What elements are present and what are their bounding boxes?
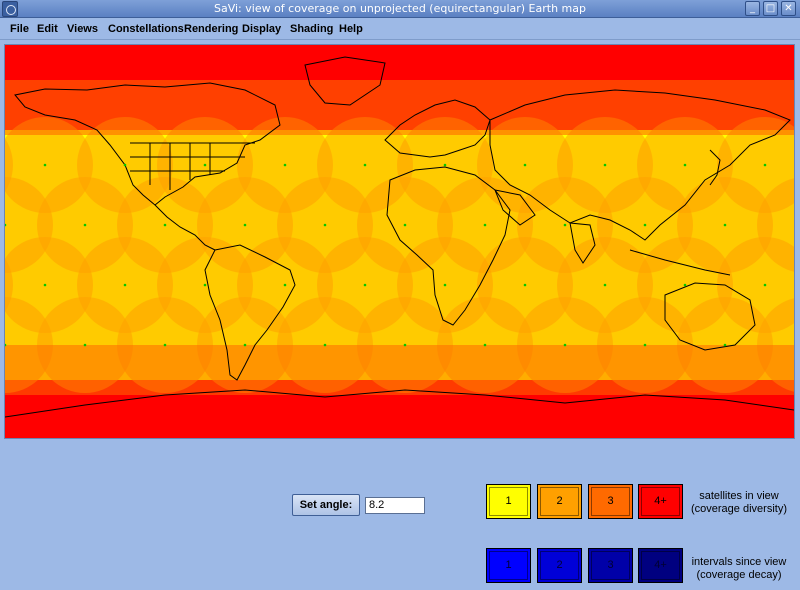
satellite-dot: [203, 163, 207, 167]
satellite-dot: [163, 343, 167, 347]
satellite-dot: [683, 163, 687, 167]
satellite-dot: [763, 163, 767, 167]
satellite-dot: [123, 283, 127, 287]
satellite-dot: [283, 163, 287, 167]
satellite-dot: [283, 283, 287, 287]
north-overlap-band: [5, 80, 794, 135]
diversity-caption-line2: (coverage diversity): [691, 503, 787, 515]
satellite-dot: [763, 283, 767, 287]
satellite-dot: [123, 163, 127, 167]
satellite-dot: [443, 163, 447, 167]
satellite-dot: [323, 343, 327, 347]
coverage-map[interactable]: [4, 44, 795, 439]
close-button[interactable]: ✕: [781, 1, 796, 16]
diversity-swatch-2[interactable]: 2: [537, 484, 582, 519]
satellite-dot: [603, 283, 607, 287]
decay-caption-line2: (coverage decay): [696, 569, 782, 581]
minimize-button[interactable]: _: [745, 1, 760, 16]
satellite-dot: [363, 163, 367, 167]
menu-bar: File Edit Views Constellations Rendering…: [0, 18, 800, 40]
menu-file[interactable]: File: [10, 21, 29, 37]
diversity-caption-line1: satellites in view: [699, 490, 779, 502]
satellite-dot: [83, 223, 87, 227]
decay-swatch-1-label: 1: [505, 559, 512, 571]
satellite-dot: [723, 343, 727, 347]
diversity-swatch-4[interactable]: 4+: [638, 484, 683, 519]
south-overlap-band: [5, 345, 794, 395]
satellite-dot: [83, 343, 87, 347]
menu-constellations[interactable]: Constellations: [108, 21, 184, 37]
satellite-dot: [523, 283, 527, 287]
set-angle-button[interactable]: Set angle:: [292, 494, 360, 516]
decay-swatch-3-label: 3: [607, 559, 614, 571]
title-bar[interactable]: SaVi: view of coverage on unprojected (e…: [0, 0, 800, 18]
diversity-swatch-4-label: 4+: [654, 495, 667, 507]
maximize-button[interactable]: □: [763, 1, 778, 16]
satellite-dot: [243, 223, 247, 227]
menu-shading[interactable]: Shading: [290, 21, 333, 37]
decay-caption: intervals since view (coverage decay): [684, 556, 794, 582]
satellite-dot: [523, 163, 527, 167]
decay-swatch-4[interactable]: 4+: [638, 548, 683, 583]
window-title: SaVi: view of coverage on unprojected (e…: [213, 2, 586, 15]
menu-rendering[interactable]: Rendering: [184, 21, 238, 37]
satellite-dot: [563, 223, 567, 227]
decay-swatch-2-label: 2: [556, 559, 563, 571]
decay-swatch-4-label: 4+: [654, 559, 667, 571]
satellite-dot: [643, 223, 647, 227]
satellite-dot: [563, 343, 567, 347]
menu-help[interactable]: Help: [339, 21, 363, 37]
decay-swatch-2[interactable]: 2: [537, 548, 582, 583]
satellite-dot: [483, 223, 487, 227]
satellite-dot: [43, 163, 47, 167]
satellite-dot: [683, 283, 687, 287]
satellite-dot: [203, 283, 207, 287]
diversity-swatch-1[interactable]: 1: [486, 484, 531, 519]
satellite-dot: [443, 283, 447, 287]
decay-swatch-3[interactable]: 3: [588, 548, 633, 583]
coverage-map-canvas: [5, 45, 794, 438]
diversity-swatch-3[interactable]: 3: [588, 484, 633, 519]
satellite-dot: [483, 343, 487, 347]
satellite-dot: [243, 343, 247, 347]
satellite-dot: [163, 223, 167, 227]
satellite-dot: [603, 163, 607, 167]
satellite-dot: [363, 283, 367, 287]
decay-swatch-1[interactable]: 1: [486, 548, 531, 583]
angle-input[interactable]: 8.2: [365, 497, 425, 514]
diversity-swatch-1-label: 1: [505, 495, 512, 507]
satellite-dot: [403, 223, 407, 227]
menu-display[interactable]: Display: [242, 21, 281, 37]
menu-views[interactable]: Views: [67, 21, 98, 37]
satellite-dot: [403, 343, 407, 347]
satellite-dot: [723, 223, 727, 227]
decay-caption-line1: intervals since view: [691, 556, 787, 568]
satellite-dot: [643, 343, 647, 347]
satellite-dot: [323, 223, 327, 227]
menu-edit[interactable]: Edit: [37, 21, 58, 37]
diversity-swatch-3-label: 3: [607, 495, 614, 507]
satellite-dot: [43, 283, 47, 287]
diversity-swatch-2-label: 2: [556, 495, 563, 507]
diversity-caption: satellites in view (coverage diversity): [684, 490, 794, 516]
